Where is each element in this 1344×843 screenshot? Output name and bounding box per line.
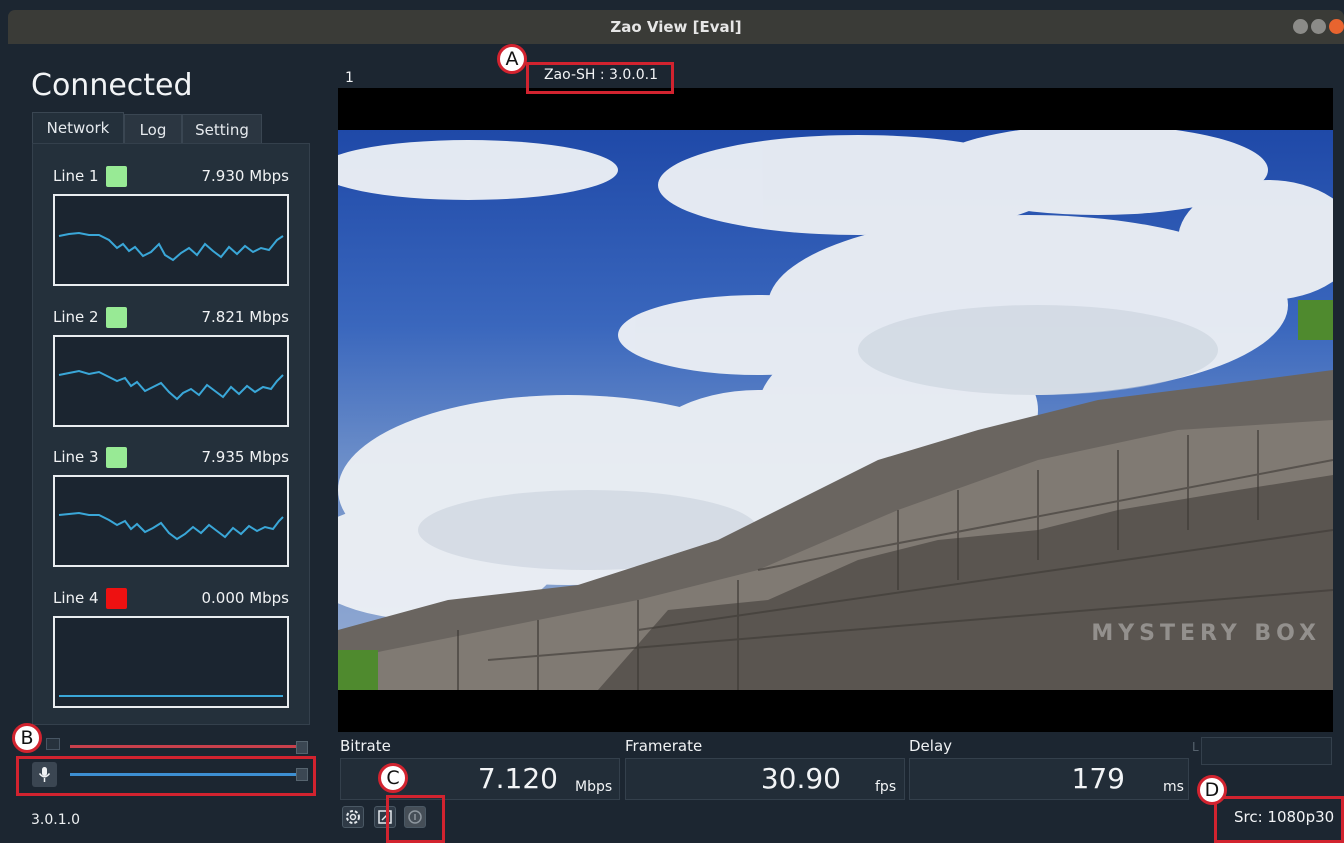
framerate-label: Framerate — [625, 737, 703, 755]
framerate-unit: fps — [875, 779, 897, 795]
window-controls — [1293, 19, 1344, 34]
line-3-graph — [53, 475, 289, 567]
settings-gear-icon — [346, 810, 360, 824]
line-1-rate: 7.930 Mbps — [201, 167, 289, 185]
tab-setting[interactable]: Setting — [182, 114, 262, 144]
minimize-button[interactable] — [1293, 19, 1308, 34]
annotation-marker-d: D — [1197, 775, 1227, 805]
bitrate-value: 7.120 — [477, 762, 558, 795]
line-4-graph — [53, 616, 289, 708]
settings-button[interactable] — [342, 806, 364, 828]
level-meter — [1201, 737, 1332, 765]
line-2-label: Line 2 — [53, 308, 99, 326]
landscape-image — [338, 130, 1333, 690]
line-2-graph — [53, 335, 289, 427]
maximize-button[interactable] — [1311, 19, 1326, 34]
line-3-rate: 7.935 Mbps — [201, 448, 289, 466]
output-volume-slider[interactable] — [70, 745, 296, 748]
annotation-marker-c: C — [378, 763, 408, 793]
annotation-box-d — [1214, 796, 1344, 843]
line-3-label: Line 3 — [53, 448, 99, 466]
output-volume-handle[interactable] — [296, 741, 308, 754]
video-preview[interactable]: MYSTERY BOX — [338, 88, 1333, 732]
annotation-box-c — [386, 795, 445, 843]
app-version: 3.0.1.0 — [31, 812, 80, 828]
annotation-box-a — [526, 62, 674, 94]
tab-log[interactable]: Log — [124, 114, 182, 144]
line-4-rate: 0.000 Mbps — [201, 589, 289, 607]
line-4-status-indicator — [106, 588, 127, 609]
network-panel: Line 1 7.930 Mbps Line 2 7.821 Mbps Line… — [32, 143, 310, 725]
speaker-icon[interactable] — [46, 738, 60, 750]
delay-value: 179 — [1071, 762, 1125, 795]
line-1-status-indicator — [106, 166, 127, 187]
line-3-status-indicator — [106, 447, 127, 468]
window-title: Zao View [Eval] — [610, 18, 742, 36]
tab-network[interactable]: Network — [32, 112, 124, 144]
line-2-rate: 7.821 Mbps — [201, 308, 289, 326]
channel-number: 1 — [345, 70, 354, 86]
connection-status: Connected — [31, 68, 193, 103]
annotation-marker-a: A — [497, 44, 527, 74]
framerate-value: 30.90 — [760, 762, 841, 795]
line-4-label: Line 4 — [53, 589, 99, 607]
video-watermark: MYSTERY BOX — [1091, 621, 1321, 646]
video-frame: MYSTERY BOX — [338, 130, 1333, 690]
l-label: L — [1192, 740, 1199, 754]
annotation-marker-b: B — [12, 723, 42, 753]
bitrate-label: Bitrate — [340, 737, 391, 755]
line-1-label: Line 1 — [53, 167, 99, 185]
delay-label: Delay — [909, 737, 953, 755]
bitrate-unit: Mbps — [575, 779, 613, 795]
delay-unit: ms — [1163, 779, 1184, 795]
title-bar: Zao View [Eval] — [8, 10, 1344, 44]
line-1-graph — [53, 194, 289, 286]
close-button[interactable] — [1329, 19, 1344, 34]
line-2-status-indicator — [106, 307, 127, 328]
annotation-box-b — [16, 756, 316, 796]
